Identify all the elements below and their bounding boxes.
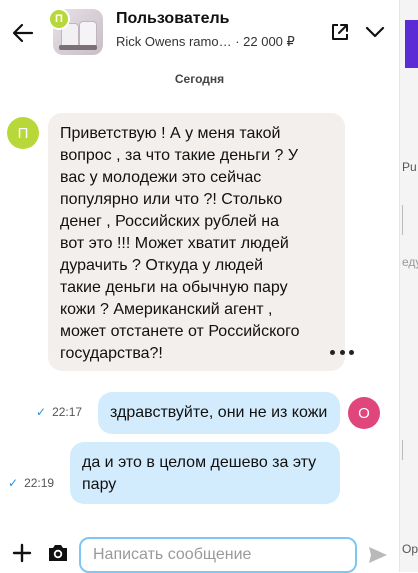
outgoing-message-bubble: здравствуйте, они не из кожи <box>98 392 340 434</box>
message-line: здравствуйте, они не из кожи <box>110 404 328 421</box>
chevron-down-icon <box>365 26 385 38</box>
message-line: государства?! <box>60 345 163 362</box>
listing-price: · 22 000 ₽ <box>235 34 295 49</box>
message-line: да и это в целом дешево за эту <box>82 454 317 471</box>
attach-button[interactable] <box>10 541 34 565</box>
boot-sole-shape <box>59 45 97 50</box>
arrow-left-icon <box>12 23 34 43</box>
send-icon <box>369 547 387 563</box>
background-text-fragment: Pu <box>402 160 417 174</box>
chat-window: П Пользователь Rick Owens ramo… · 22 000… <box>0 0 399 573</box>
back-button[interactable] <box>8 18 38 48</box>
sender-avatar: П <box>7 117 39 149</box>
message-line: пару <box>82 476 117 493</box>
message-line: вас у молодежи это сейчас <box>60 169 262 186</box>
listing-summary[interactable]: Rick Owens ramo… · 22 000 ₽ <box>116 34 295 50</box>
background-divider <box>402 440 403 460</box>
message-line: дурачить ? Откуда у людей <box>60 257 264 274</box>
plus-icon <box>12 543 32 563</box>
collapse-button[interactable] <box>361 18 389 46</box>
open-external-button[interactable] <box>326 18 354 46</box>
more-dot-icon <box>349 349 354 355</box>
message-line: популярно или что ?! Столько <box>60 191 283 208</box>
chat-header: П Пользователь Rick Owens ramo… · 22 000… <box>0 0 399 66</box>
incoming-message-bubble: Приветствую ! А у меня такой вопрос , за… <box>48 113 345 371</box>
message-line: вот это !!! Может хватит людей <box>60 235 289 252</box>
open-external-icon <box>332 24 348 40</box>
date-divider: Сегодня <box>174 72 225 86</box>
background-divider <box>402 205 403 235</box>
message-line: кожи ? Американский агент , <box>60 301 273 318</box>
message-line: денег , Российских рублей на <box>60 213 279 230</box>
message-input[interactable] <box>79 537 357 573</box>
message-line: Приветствую ! А у меня такой <box>60 125 281 142</box>
check-icon: ✓ <box>8 476 19 490</box>
own-avatar: О <box>348 397 380 429</box>
background-page-strip: Pu еду Op <box>399 0 418 572</box>
message-time: 22:17 <box>52 405 83 419</box>
message-line: может отстанете от Российского <box>60 323 300 340</box>
message-meta: ✓ 22:17 <box>36 405 82 419</box>
message-meta: ✓ 22:19 <box>8 476 54 490</box>
outgoing-message-bubble: да и это в целом дешево за эту пару <box>70 442 340 504</box>
background-accent-block <box>405 20 418 68</box>
message-more-options-button[interactable] <box>330 345 354 359</box>
message-time: 22:19 <box>24 476 55 490</box>
user-avatar: П <box>48 8 70 30</box>
check-icon: ✓ <box>36 405 47 419</box>
camera-button[interactable] <box>46 541 70 565</box>
more-dot-icon <box>339 349 345 355</box>
listing-name: Rick Owens ramo… <box>116 34 232 49</box>
camera-icon <box>49 545 67 561</box>
send-button[interactable] <box>366 543 390 567</box>
message-line: вопрос , за что такие деньги ? У <box>60 147 298 164</box>
background-text-fragment: еду <box>402 255 418 269</box>
message-line: такие деньги на обычную пару <box>60 279 288 296</box>
chat-title[interactable]: Пользователь <box>116 10 229 28</box>
more-dot-icon <box>330 349 335 355</box>
message-composer <box>0 533 399 573</box>
background-text-fragment: Op <box>402 542 418 556</box>
